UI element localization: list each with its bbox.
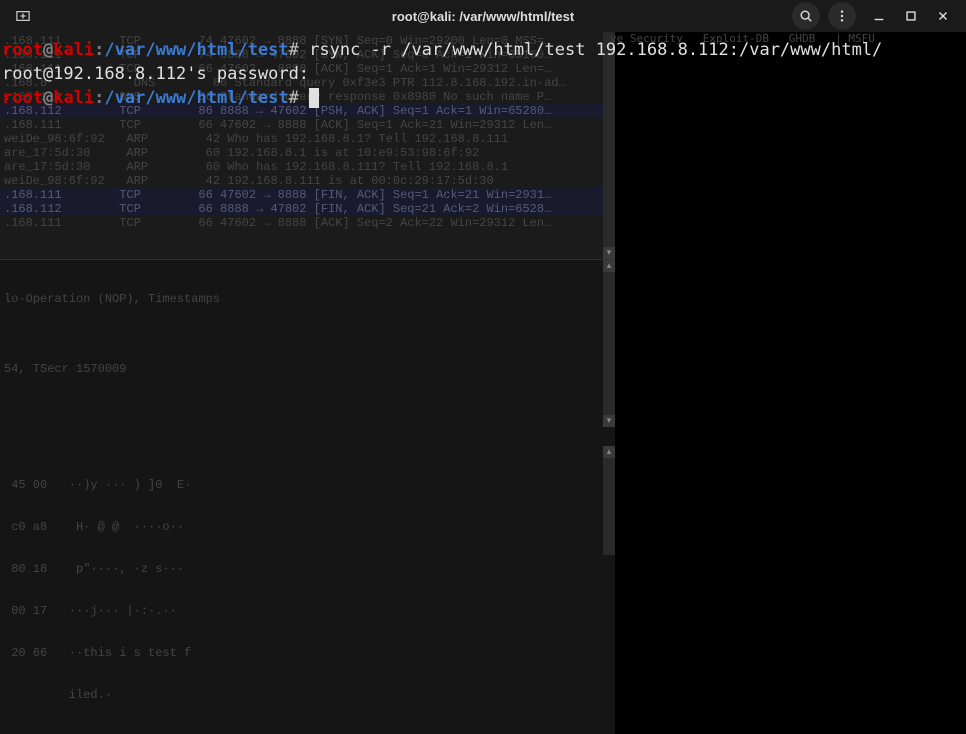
close-button[interactable] xyxy=(928,2,958,30)
prompt-path: /var/www/html/test xyxy=(104,88,288,108)
maximize-button[interactable] xyxy=(896,2,926,30)
prompt-path: /var/www/html/test xyxy=(104,40,288,60)
prompt-user: root xyxy=(2,88,43,108)
command-line: rsync -r /var/www/html/test 192.168.8.11… xyxy=(299,40,882,60)
window-title: root@kali: /var/www/html/test xyxy=(392,9,574,24)
terminal-cursor xyxy=(309,88,319,108)
prompt-host: kali xyxy=(53,88,94,108)
terminal-output[interactable]: root@kali:/var/www/html/test# rsync -r /… xyxy=(0,32,966,616)
new-tab-button[interactable] xyxy=(8,2,38,30)
password-prompt: root@192.168.8.112's password: xyxy=(2,64,319,84)
window-titlebar: root@kali: /var/www/html/test xyxy=(0,0,966,32)
menu-button[interactable] xyxy=(828,2,856,30)
minimize-button[interactable] xyxy=(864,2,894,30)
search-button[interactable] xyxy=(792,2,820,30)
prompt-user: root xyxy=(2,40,43,60)
prompt-host: kali xyxy=(53,40,94,60)
